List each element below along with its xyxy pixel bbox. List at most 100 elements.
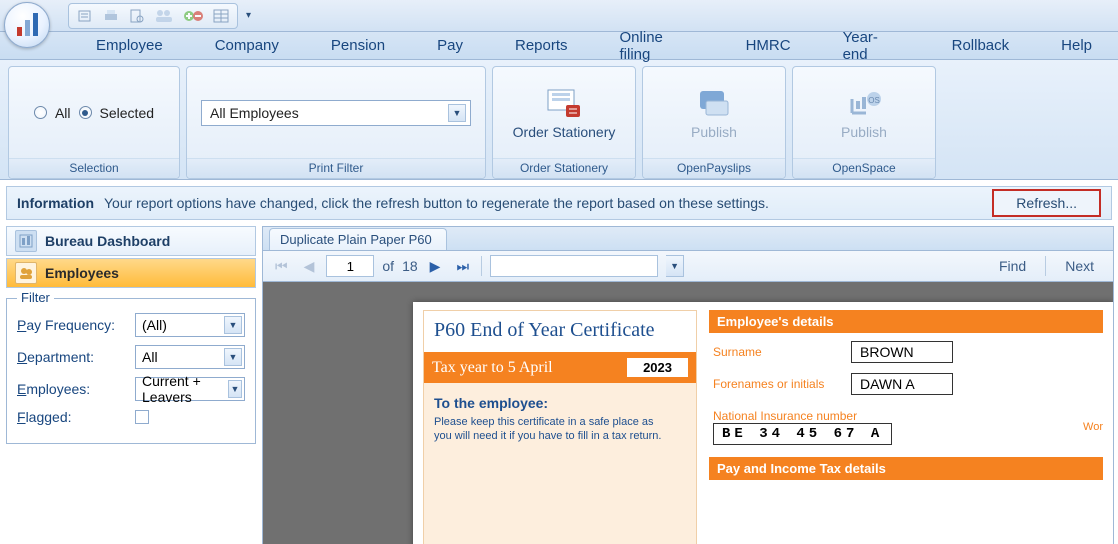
report-page: P60 End of Year Certificate Tax year to … — [413, 302, 1113, 544]
tab-pension[interactable]: Pension — [305, 33, 411, 58]
pay-frequency-value: (All) — [142, 317, 167, 333]
group-openpayslips: Publish OpenPayslips — [642, 66, 786, 179]
information-label: Information — [17, 195, 94, 211]
group-openspace-label: OpenSpace — [793, 158, 935, 178]
p60-right-panel: Employee's details Surname BROWN Forenam… — [709, 310, 1103, 544]
filter-legend: Filter — [17, 290, 54, 305]
nav-employees[interactable]: Employees — [6, 258, 256, 288]
nav-bureau-dashboard[interactable]: Bureau Dashboard — [6, 226, 256, 256]
p60-left-panel: P60 End of Year Certificate Tax year to … — [423, 310, 697, 544]
find-dropdown-icon[interactable]: ▼ — [666, 255, 684, 277]
chevron-down-icon: ▼ — [224, 316, 242, 334]
forenames-value: DAWN A — [851, 373, 953, 395]
last-page-button[interactable]: ⏭ — [452, 256, 473, 277]
current-page-input[interactable] — [326, 255, 374, 277]
radio-selected-label: Selected — [100, 105, 154, 121]
group-print-filter: All Employees ▼ Print Filter — [186, 66, 486, 179]
ni-label: National Insurance number — [713, 409, 892, 423]
table-icon[interactable] — [213, 8, 229, 24]
publish-openpayslips-button[interactable]: Publish — [655, 84, 773, 142]
tab-rollback[interactable]: Rollback — [926, 33, 1036, 58]
order-stationery-label: Order Stationery — [505, 124, 623, 142]
svg-text:OS: OS — [868, 96, 880, 105]
publish-openspace-label: Publish — [805, 124, 923, 142]
pager-of-label: of — [382, 258, 394, 274]
find-next-button[interactable]: Next — [1054, 255, 1105, 277]
left-pane: Bureau Dashboard Employees Filter Pay Fr… — [0, 226, 262, 544]
find-input[interactable] — [490, 255, 658, 277]
pay-frequency-label: Pay Frequency: — [17, 317, 129, 333]
p60-note-line2: you will need it if you have to fill in … — [434, 429, 686, 443]
tab-employee[interactable]: Employee — [70, 33, 189, 58]
forenames-label: Forenames or initials — [713, 377, 843, 391]
quick-access-toolbar: ▾ — [0, 0, 1118, 32]
tab-reports[interactable]: Reports — [489, 33, 594, 58]
print-icon[interactable] — [103, 8, 119, 24]
pager-total: 18 — [402, 258, 418, 274]
tab-onlinefiling[interactable]: Online filing — [594, 25, 720, 67]
p60-to-employee: To the employee: — [434, 395, 686, 411]
p60-employee-details-header: Employee's details — [709, 310, 1103, 333]
ribbon-tabstrip: Employee Company Pension Pay Reports Onl… — [0, 32, 1118, 60]
tab-company[interactable]: Company — [189, 33, 305, 58]
pay-frequency-combo[interactable]: (All) ▼ — [135, 313, 245, 337]
tab-pay[interactable]: Pay — [411, 33, 489, 58]
p60-taxyear-value: 2023 — [627, 358, 688, 377]
tab-yearend[interactable]: Year-end — [817, 25, 926, 67]
radio-all[interactable] — [34, 106, 47, 119]
print-filter-combo[interactable]: All Employees ▼ — [201, 100, 471, 126]
employees-icon — [15, 262, 37, 284]
p60-taxyear-label: Tax year to 5 April — [432, 359, 553, 377]
report-toolbar: ⏮ ◀ of 18 ▶ ⏭ ▼ Find Next — [262, 250, 1114, 282]
radio-all-label: All — [55, 105, 71, 121]
p60-paytax-header: Pay and Income Tax details — [709, 457, 1103, 480]
report-viewport[interactable]: P60 End of Year Certificate Tax year to … — [262, 282, 1114, 544]
doc-open-icon[interactable] — [77, 8, 93, 24]
order-stationery-button[interactable]: Order Stationery — [505, 84, 623, 142]
employees-filter-value: Current + Leavers — [142, 373, 228, 405]
ribbon: All Selected Selection All Employees ▼ P… — [0, 60, 1118, 180]
group-selection-label: Selection — [9, 158, 179, 178]
toolbar-separator — [481, 256, 482, 276]
employees-filter-combo[interactable]: Current + Leavers ▼ — [135, 377, 245, 401]
p60-title: P60 End of Year Certificate — [424, 311, 696, 352]
filter-panel: Filter Pay Frequency: (All) ▼ Department… — [6, 298, 256, 444]
first-page-button[interactable]: ⏮ — [271, 256, 292, 277]
document-tab[interactable]: Duplicate Plain Paper P60 — [269, 228, 447, 250]
add-remove-icon[interactable] — [183, 8, 203, 24]
tab-hmrc[interactable]: HMRC — [720, 33, 817, 58]
refresh-button[interactable]: Refresh... — [992, 189, 1101, 217]
report-pane: Duplicate Plain Paper P60 ⏮ ◀ of 18 ▶ ⏭ … — [262, 226, 1118, 544]
nav-employees-label: Employees — [45, 265, 119, 281]
app-menu-orb[interactable] — [4, 2, 50, 48]
dashboard-icon — [15, 230, 37, 252]
surname-value: BROWN — [851, 341, 953, 363]
main-split: Bureau Dashboard Employees Filter Pay Fr… — [0, 226, 1118, 544]
department-value: All — [142, 349, 158, 365]
department-combo[interactable]: All ▼ — [135, 345, 245, 369]
p60-note-line1: Please keep this certificate in a safe p… — [434, 415, 686, 429]
group-order-stationery: Order Stationery Order Stationery — [492, 66, 636, 179]
next-page-button[interactable]: ▶ — [426, 256, 445, 277]
find-button[interactable]: Find — [988, 255, 1037, 277]
radio-selected[interactable] — [79, 106, 92, 119]
doc-search-icon[interactable] — [129, 8, 145, 24]
information-message: Your report options have changed, click … — [104, 195, 982, 211]
publish-openspace-button[interactable]: OS Publish — [805, 84, 923, 142]
employees-filter-label: Employees: — [17, 381, 129, 397]
group-openpayslips-label: OpenPayslips — [643, 158, 785, 178]
surname-label: Surname — [713, 345, 843, 359]
qat-customize-icon[interactable]: ▾ — [246, 10, 251, 21]
group-openspace: OS Publish OpenSpace — [792, 66, 936, 179]
toolbar-separator — [1045, 256, 1046, 276]
app-logo-icon — [17, 13, 38, 36]
flagged-checkbox[interactable] — [135, 410, 149, 424]
user-pair-icon[interactable] — [155, 8, 173, 24]
publish-openpayslips-label: Publish — [655, 124, 773, 142]
payslip-icon — [655, 84, 773, 124]
prev-page-button[interactable]: ◀ — [300, 256, 319, 277]
document-tabbar: Duplicate Plain Paper P60 — [262, 226, 1114, 250]
flagged-label: Flagged: — [17, 409, 129, 425]
tab-help[interactable]: Help — [1035, 33, 1118, 58]
ni-value: BE 34 45 67 A — [713, 423, 892, 445]
